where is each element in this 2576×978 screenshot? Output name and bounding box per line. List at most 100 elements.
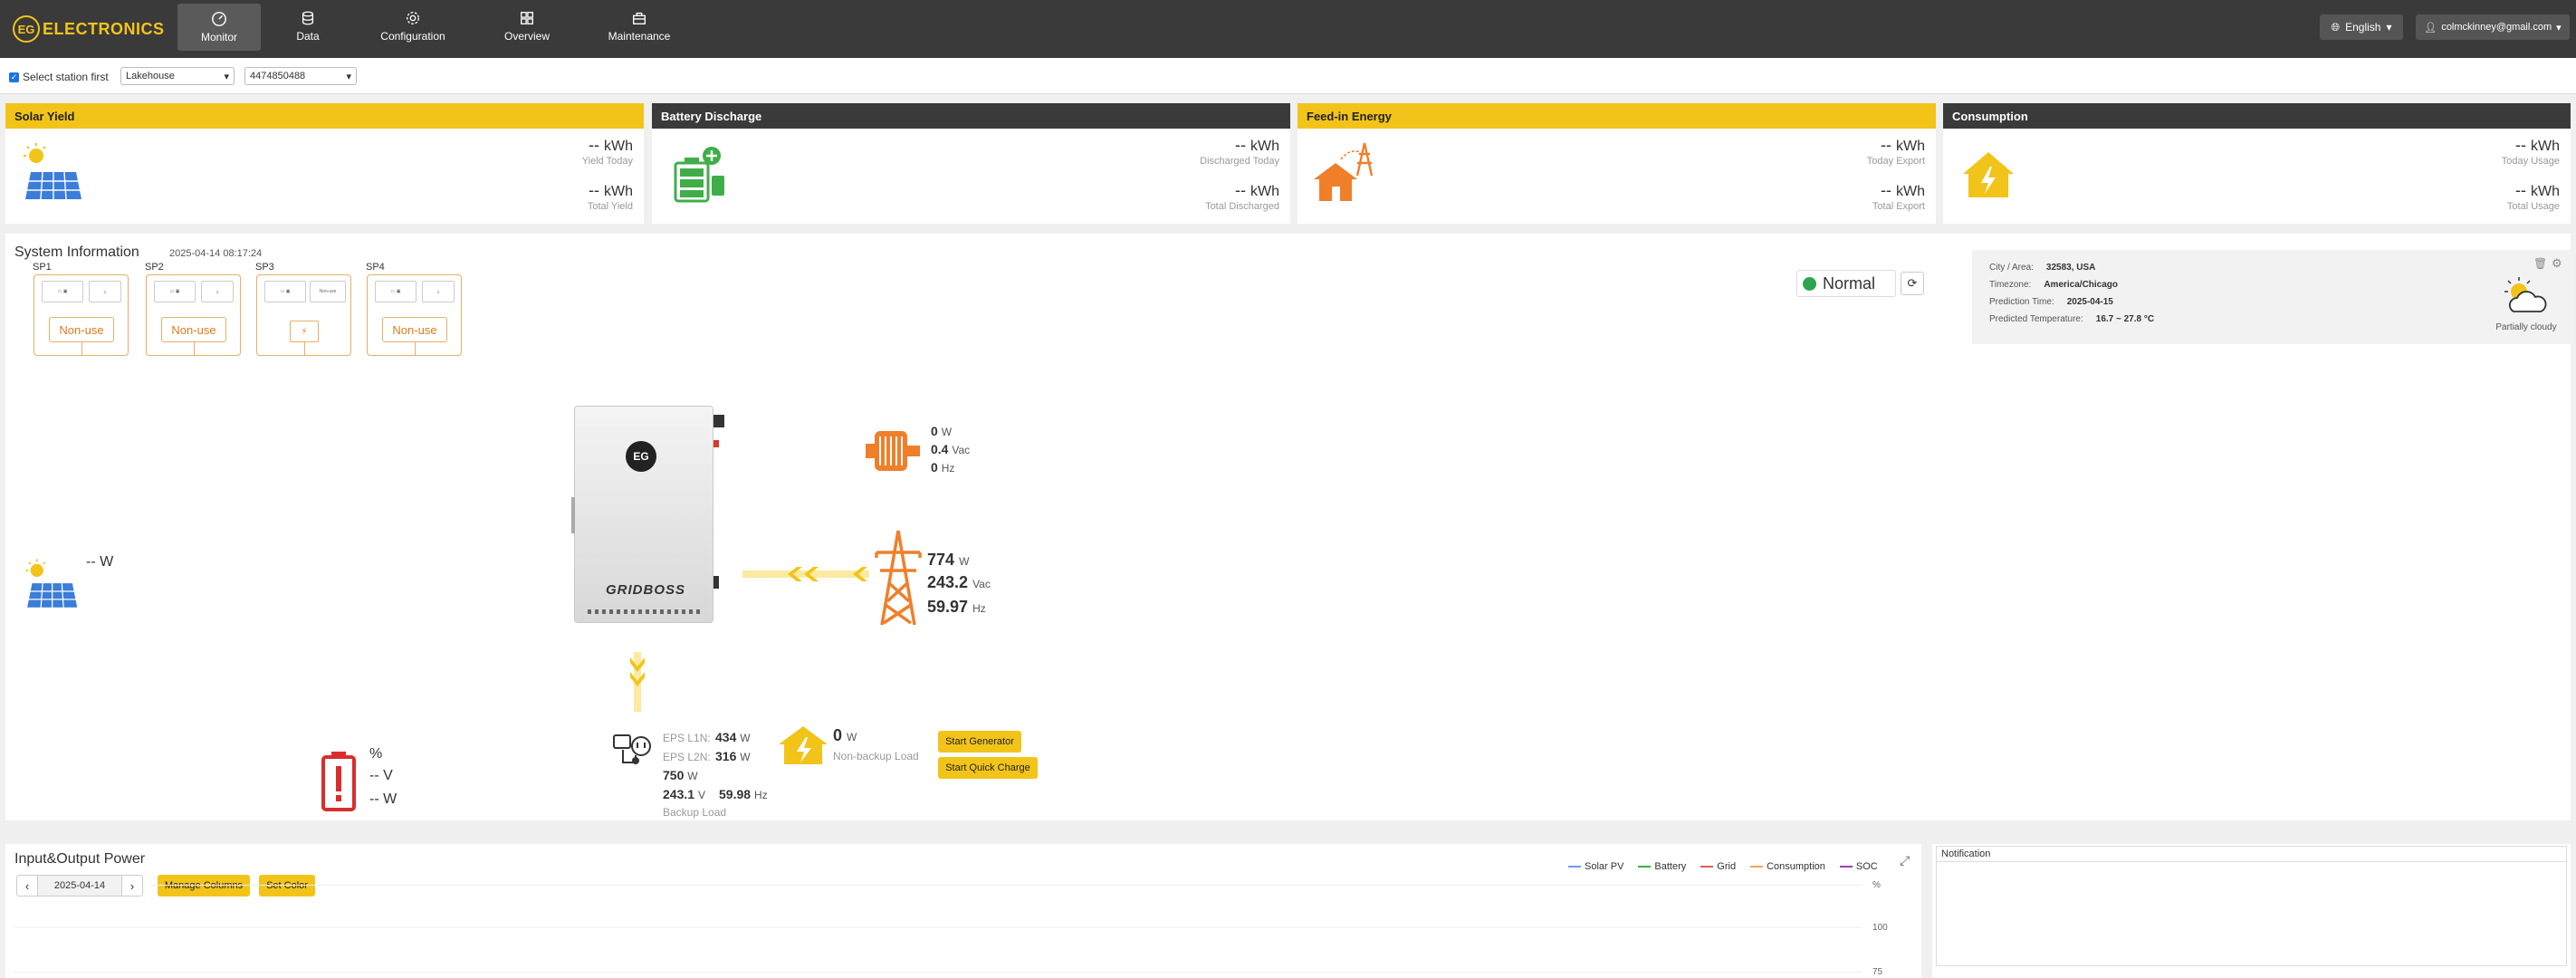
battery-soc: % xyxy=(369,746,383,762)
user-menu[interactable]: 👤︎ colmckinney@gmail.com ▾ xyxy=(2416,14,2570,40)
start-quick-charge-button[interactable]: Start Quick Charge xyxy=(938,757,1038,779)
user-icon: 👤︎ xyxy=(2424,22,2437,34)
battery-power: -- W xyxy=(369,791,397,807)
sp-setting-icon: ▭ ▣ xyxy=(264,281,306,302)
legend-item-solar[interactable]: Solar PV xyxy=(1568,861,1623,872)
gridboss-device[interactable]: EG GRIDBOSS xyxy=(571,406,713,623)
feedin-total-export: -- kWh xyxy=(1880,181,1925,199)
nav-data-label: Data xyxy=(296,30,320,43)
generator-power: 0 W xyxy=(931,424,953,438)
start-generator-button[interactable]: Start Generator xyxy=(938,731,1021,753)
grid-voltage: 243.2 Vac xyxy=(927,573,991,591)
brand-logo[interactable]: EG ELECTRONICS xyxy=(13,15,165,43)
city-value: 32583, USA xyxy=(2045,263,2096,273)
house-lightning-icon xyxy=(1963,152,2014,197)
manage-columns-button[interactable]: Manage Columns xyxy=(158,875,250,896)
solar-panel-icon xyxy=(25,559,78,608)
temperature-value: 16.7 ~ 27.8 °C xyxy=(2095,314,2155,324)
serial-select-value: 4474850488 xyxy=(250,71,306,82)
eps-l2n-value: 316 W xyxy=(715,749,751,763)
consumption-today-usage: -- kWh xyxy=(2514,136,2560,154)
set-color-button[interactable]: Set Color xyxy=(259,875,315,896)
nav-monitor[interactable]: Monitor xyxy=(177,4,261,51)
trash-icon[interactable]: 🗑︎ xyxy=(2533,257,2547,270)
notification-box: Notification xyxy=(1936,846,2567,966)
weather-condition: Partially cloudy xyxy=(2495,322,2557,332)
user-email: colmckinney@gmail.com xyxy=(2441,22,2552,33)
legend-item-consumption[interactable]: Consumption xyxy=(1750,861,1825,872)
nav-configuration[interactable]: Configuration xyxy=(369,0,456,53)
smart-port-sp4[interactable]: ▭ ▣ ⏚ Non-use xyxy=(367,274,462,356)
consumption-total-usage-label: Total Usage xyxy=(2506,201,2560,212)
sp3-label: SP3 xyxy=(255,262,274,273)
consumption-today-usage-label: Today Usage xyxy=(2501,156,2560,167)
sp-meter-icon: ⏚ xyxy=(89,281,121,302)
y-tick-100: 100 xyxy=(1872,923,1888,933)
legend-item-battery[interactable]: Battery xyxy=(1638,861,1686,872)
feedin-today-export: -- kWh xyxy=(1880,136,1925,154)
card-title: Feed-in Energy xyxy=(1298,103,1936,129)
next-date-button[interactable]: › xyxy=(121,875,143,896)
feedin-today-export-label: Today Export xyxy=(1866,156,1925,167)
battery-discharged-total-label: Total Discharged xyxy=(1205,201,1279,212)
nav-monitor-label: Monitor xyxy=(200,31,237,43)
y-axis-unit: % xyxy=(1872,880,1881,890)
grid-flow-arrows xyxy=(742,567,869,581)
nav-overview[interactable]: Overview xyxy=(500,0,554,53)
chart-legend: Solar PV Battery Grid Consumption SOC xyxy=(1568,861,1878,872)
logo-text: ELECTRONICS xyxy=(43,19,165,38)
city-label: City / Area: xyxy=(1989,263,2034,273)
house-grid-icon xyxy=(1314,142,1374,201)
checkbox-checked-icon: ✓ xyxy=(9,72,19,82)
sp1-label: SP1 xyxy=(33,262,52,273)
outlet-plug-icon xyxy=(613,734,651,764)
chart-title: Input&Output Power xyxy=(14,851,146,867)
legend-item-soc[interactable]: SOC xyxy=(1839,861,1878,872)
date-input[interactable]: 2025-04-14 xyxy=(38,875,121,896)
solar-yield-total: -- kWh xyxy=(588,181,633,199)
smart-port-sp2[interactable]: ▭ ▣ ⏚ Non-use xyxy=(146,274,241,356)
serial-select[interactable]: 4474850488 ▾ xyxy=(244,67,357,85)
sp3-lightning-icon: ⚡︎ xyxy=(290,321,319,342)
prev-date-button[interactable]: ‹ xyxy=(16,875,38,896)
nav-maintenance[interactable]: Maintenance xyxy=(601,0,677,53)
nonbackup-power: 0 W xyxy=(833,726,857,744)
refresh-button[interactable]: ⟳ xyxy=(1901,272,1924,295)
notification-panel: Notification xyxy=(1932,844,2571,978)
battery-discharged-today-label: Discharged Today xyxy=(1200,156,1279,167)
card-title: Battery Discharge xyxy=(652,103,1290,129)
generator-frequency: 0 Hz xyxy=(931,460,955,475)
legend-item-grid[interactable]: Grid xyxy=(1700,861,1736,872)
solar-power-value: -- W xyxy=(86,554,114,570)
chevron-left-icon: ‹ xyxy=(24,878,30,893)
backup-voltage: 243.1 V xyxy=(663,787,705,801)
language-dropdown[interactable]: 🌐︎ English ▾ xyxy=(2320,14,2403,40)
smart-port-sp3[interactable]: ▭ ▣ Non-use ⚡︎ xyxy=(256,274,351,356)
nav-data[interactable]: Data xyxy=(282,0,333,53)
nav-overview-label: Overview xyxy=(503,30,550,43)
battery-discharged-today: -- kWh xyxy=(1234,136,1279,154)
timezone-label: Timezone: xyxy=(1989,280,2032,290)
expand-icon[interactable]: ⤢ xyxy=(1900,853,1910,868)
gear-icon[interactable]: ⚙︎ xyxy=(2552,256,2562,271)
system-information-panel: System Information 2025-04-14 08:17:24 S… xyxy=(5,234,2573,820)
weather-panel: City / Area: 32583, USA Timezone: America/… xyxy=(1972,250,2573,344)
battery-discharged-total: -- kWh xyxy=(1234,181,1279,199)
gear-icon xyxy=(407,12,419,24)
solar-yield-today: -- kWh xyxy=(588,136,633,154)
nonbackup-label: Non-backup Load xyxy=(833,750,919,762)
card-title: Solar Yield xyxy=(5,103,644,129)
chevron-down-icon: ▾ xyxy=(2556,22,2562,34)
prediction-value: 2025-04-15 xyxy=(2066,297,2113,307)
chevron-down-icon: ▾ xyxy=(346,71,351,82)
sp1-mode: Non-use xyxy=(49,317,114,342)
partly-cloudy-icon xyxy=(2504,277,2547,312)
nav-maintenance-label: Maintenance xyxy=(608,30,671,43)
grid-tower-icon xyxy=(875,530,922,626)
select-station-checkbox[interactable]: ✓ Select station first xyxy=(9,71,109,83)
eps-l2n-label: EPS L2N: xyxy=(663,751,711,763)
connector-block xyxy=(713,576,719,589)
timezone-value: America/Chicago xyxy=(2044,280,2119,290)
smart-port-sp1[interactable]: ▭ ▣ ⏚ Non-use xyxy=(34,274,129,356)
station-select[interactable]: Lakehouse ▾ xyxy=(120,67,235,85)
